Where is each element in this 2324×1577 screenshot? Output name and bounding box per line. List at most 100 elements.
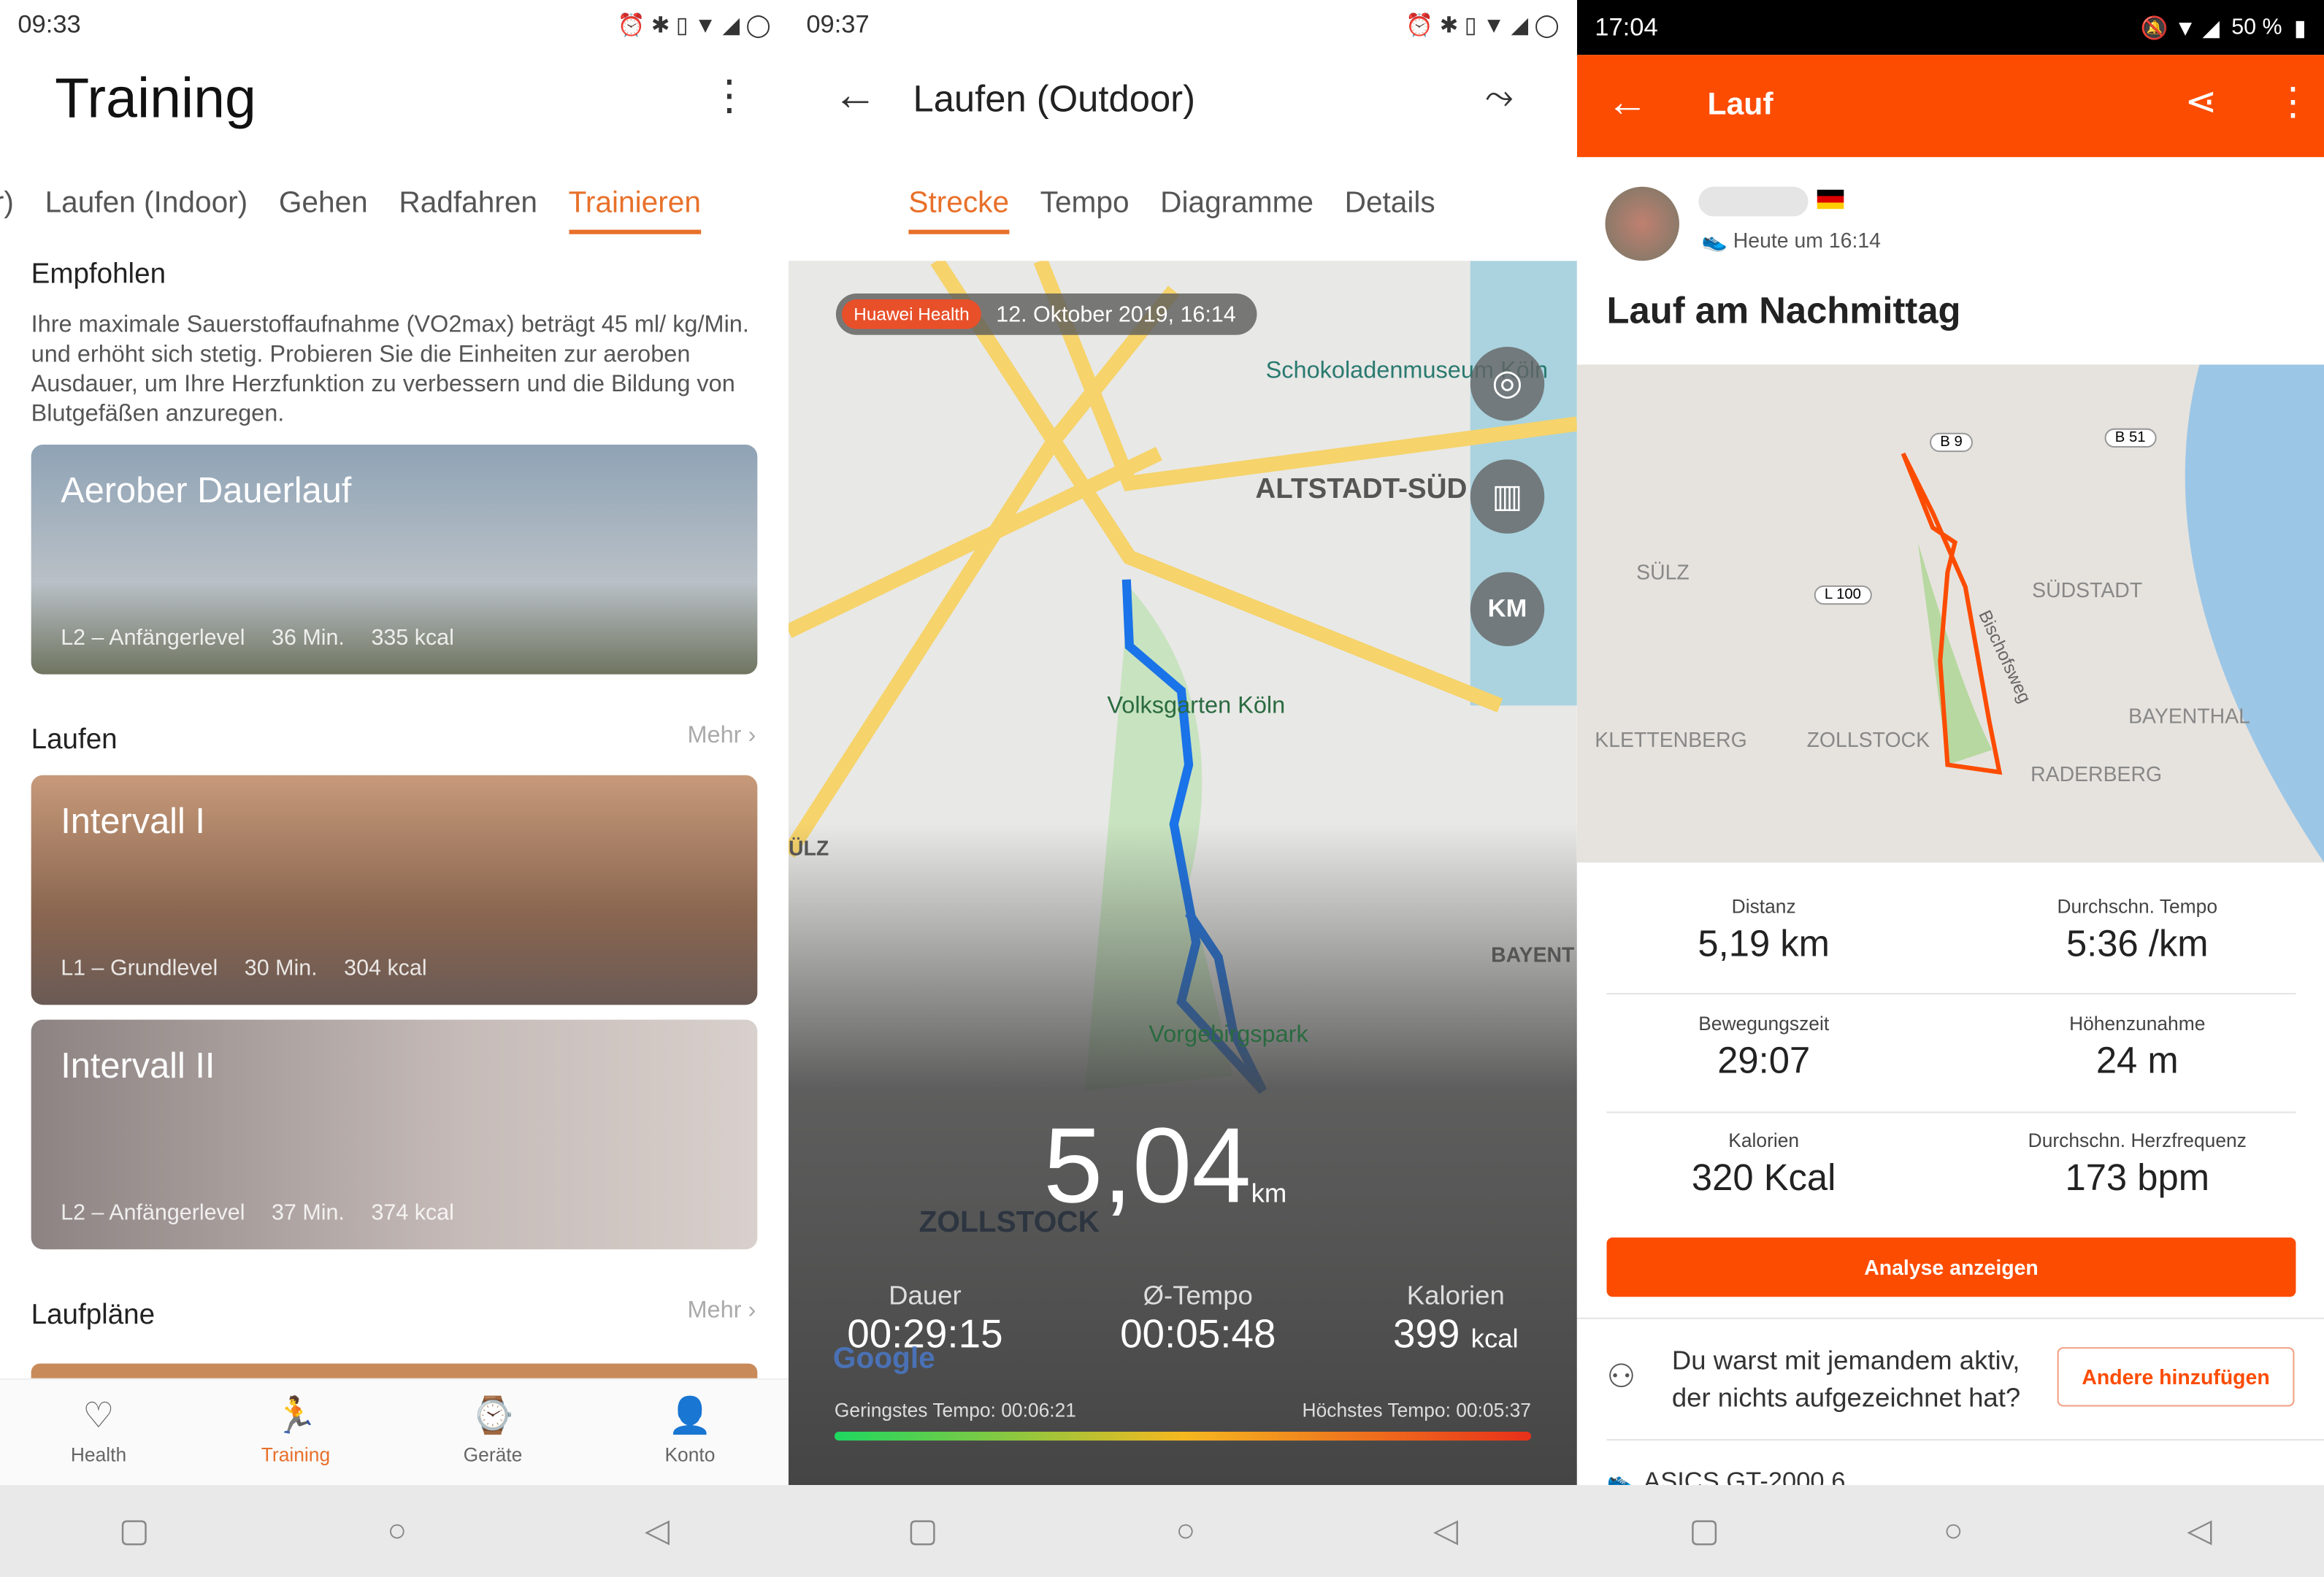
locate-button[interactable]: ◎ bbox=[1470, 347, 1545, 421]
stat-pace: Ø-Tempo 00:05:48 bbox=[1120, 1280, 1276, 1357]
map-label: BAYENT bbox=[1491, 943, 1575, 967]
divider bbox=[1576, 1317, 2324, 1319]
status-bar: 17:04 🔕 ▼ ◢ 50 % ▮ bbox=[1576, 0, 2324, 55]
map-label: ZOLLSTOCK bbox=[1806, 727, 1930, 752]
home-button[interactable]: ○ bbox=[387, 1512, 407, 1551]
tab-diagramme[interactable]: Diagramme bbox=[1160, 187, 1314, 234]
runner-icon: 🏃 bbox=[273, 1396, 318, 1437]
divider bbox=[1606, 993, 2296, 995]
strava-activity-screen: 17:04 🔕 ▼ ◢ 50 % ▮ ← Lauf ⋖ ⋮ 👟 Heute um … bbox=[1576, 0, 2324, 1486]
slowest-pace: Geringstes Tempo: 00:06:21 bbox=[834, 1399, 1076, 1421]
km-markers-button[interactable]: KM bbox=[1470, 572, 1545, 647]
app-bar: ← Lauf ⋖ ⋮ bbox=[1576, 55, 2324, 158]
google-logo: Google bbox=[832, 1343, 935, 1375]
recents-button[interactable]: ▢ bbox=[119, 1512, 150, 1551]
nav-konto[interactable]: 👤 Konto bbox=[591, 1380, 789, 1485]
activity-map[interactable]: SÜLZ SÜDSTADT KLETTENBERG ZOLLSTOCK BAYE… bbox=[1576, 364, 2324, 863]
recents-button[interactable]: ▢ bbox=[1689, 1512, 1719, 1551]
bottom-navigation: ♡ Health 🏃 Training ⌚ Geräte 👤 Konto bbox=[0, 1378, 789, 1486]
back-arrow-icon[interactable]: ← bbox=[833, 71, 878, 121]
road-shield: L 100 bbox=[1814, 585, 1872, 605]
person-icon: 👤 bbox=[667, 1396, 713, 1437]
stat-calories: Kalorien 320 Kcal bbox=[1691, 1129, 1836, 1200]
tab-tempo[interactable]: Tempo bbox=[1040, 187, 1130, 234]
home-button[interactable]: ○ bbox=[1176, 1512, 1195, 1551]
card-duration: 36 Min. bbox=[272, 625, 345, 651]
status-bar: 09:33 ⏰ ✱ ▯ ▼ ◢ ◯ bbox=[18, 10, 771, 39]
tab-details[interactable]: Details bbox=[1345, 187, 1435, 234]
total-distance: 5,04km bbox=[1043, 1107, 1287, 1226]
card-level: L2 – Anfängerlevel bbox=[61, 1200, 245, 1226]
share-icon[interactable]: ⋖ bbox=[2185, 79, 2217, 125]
card-title: Intervall II bbox=[61, 1046, 215, 1086]
tab-bar: r) Laufen (Indoor) Gehen Radfahren Train… bbox=[0, 187, 701, 234]
route-map[interactable]: Huawei Health 12. Oktober 2019, 16:14 Sc… bbox=[788, 261, 1577, 1486]
watch-icon: ⌚ bbox=[470, 1396, 515, 1437]
system-navigation-bar: ▢ ○ ◁ ▢ ○ ◁ ▢ ○ ◁ bbox=[0, 1485, 2324, 1577]
card-kcal: 335 kcal bbox=[371, 625, 454, 651]
stat-calories: Kalorien 399 kcal bbox=[1392, 1280, 1519, 1357]
card-title: Aerober Dauerlauf bbox=[61, 471, 352, 512]
card-title: Intervall I bbox=[61, 802, 205, 843]
stat-avg-pace: Durchschn. Tempo 5:36 /km bbox=[2057, 895, 2218, 965]
road-shield: B 9 bbox=[1930, 432, 1973, 453]
back-button[interactable]: ◁ bbox=[1433, 1512, 1458, 1551]
route-icon[interactable]: ⤳ bbox=[1485, 77, 1514, 119]
posted-time: 👟 Heute um 16:14 bbox=[1701, 228, 1881, 253]
status-icons: 🔕 ▼ ◢ 50 % ▮ bbox=[2140, 14, 2306, 41]
map-label: BAYENTHAL bbox=[2128, 704, 2250, 728]
nav-health[interactable]: ♡ Health bbox=[0, 1380, 197, 1485]
recents-button[interactable]: ▢ bbox=[908, 1512, 938, 1551]
nav-geraete[interactable]: ⌚ Geräte bbox=[394, 1380, 591, 1485]
more-link[interactable]: Mehr › bbox=[687, 1298, 756, 1325]
map-label: KLETTENBERG bbox=[1595, 727, 1747, 752]
nav-training[interactable]: 🏃 Training bbox=[197, 1380, 394, 1485]
section-title-recommended: Empfohlen bbox=[31, 259, 166, 291]
workout-date: 12. Oktober 2019, 16:14 bbox=[996, 302, 1236, 327]
tab-laufen-indoor[interactable]: Laufen (Indoor) bbox=[45, 187, 248, 234]
card-duration: 37 Min. bbox=[272, 1200, 345, 1226]
divider bbox=[1606, 1439, 2324, 1441]
tab-trainieren[interactable]: Trainieren bbox=[568, 187, 701, 234]
map-label: ÜLZ bbox=[788, 835, 829, 860]
workout-card[interactable]: Aerober Dauerlauf L2 – Anfängerlevel 36 M… bbox=[31, 445, 758, 675]
status-icons: ⏰ ✱ ▯ ▼ ◢ ◯ bbox=[1405, 13, 1560, 39]
home-button[interactable]: ○ bbox=[1944, 1512, 1963, 1551]
athlete-name-blurred[interactable] bbox=[1698, 186, 1809, 217]
back-button[interactable]: ◁ bbox=[645, 1512, 670, 1551]
analyse-button[interactable]: Analyse anzeigen bbox=[1606, 1238, 2296, 1297]
fastest-pace: Höchstes Tempo: 00:05:37 bbox=[1302, 1399, 1531, 1421]
tab-strecke[interactable]: Strecke bbox=[908, 187, 1010, 234]
workout-card[interactable]: Intervall I L1 – Grundlevel 30 Min. 304 kc… bbox=[31, 775, 758, 1005]
add-others-button[interactable]: Andere hinzufügen bbox=[2057, 1347, 2295, 1407]
more-link[interactable]: Mehr › bbox=[687, 724, 756, 751]
more-options-icon[interactable]: ⋮ bbox=[708, 71, 750, 120]
huawei-training-screen: 09:33⏰ ✱ ▯ ▼ ◢ ◯ Training ⋮ r) Laufen (I… bbox=[0, 0, 789, 1486]
pace-gradient-bar bbox=[834, 1431, 1531, 1441]
workout-card[interactable]: Intervall II L2 – Anfängerlevel 37 Min. 37… bbox=[31, 1019, 758, 1250]
status-bar: 09:37 ⏰ ✱ ▯ ▼ ◢ ◯ bbox=[806, 10, 1560, 39]
card-duration: 30 Min. bbox=[244, 956, 318, 981]
section-title-running: Laufen bbox=[31, 724, 118, 756]
back-arrow-icon[interactable]: ← bbox=[1607, 79, 1649, 126]
more-options-icon[interactable]: ⋮ bbox=[2274, 79, 2312, 125]
map-label: Volksgarten Köln bbox=[1107, 694, 1286, 719]
back-button[interactable]: ◁ bbox=[2187, 1512, 2212, 1551]
heart-icon: ♡ bbox=[83, 1396, 115, 1437]
stat-elevation-gain: Höhenzunahme 24 m bbox=[2069, 1012, 2206, 1082]
plan-card-partial[interactable] bbox=[31, 1363, 758, 1378]
section-title-plans: Laufpläne bbox=[31, 1300, 156, 1331]
tab-partial[interactable]: r) bbox=[0, 187, 14, 234]
status-icons: ⏰ ✱ ▯ ▼ ◢ ◯ bbox=[617, 13, 771, 39]
avatar[interactable] bbox=[1605, 186, 1679, 261]
gear-shoe[interactable]: 👟 ASICS GT-2000 6 bbox=[1607, 1467, 1846, 1485]
tab-radfahren[interactable]: Radfahren bbox=[399, 187, 537, 234]
page-title: Laufen (Outdoor) bbox=[913, 78, 1196, 120]
source-date-banner: Huawei Health 12. Oktober 2019, 16:14 bbox=[835, 293, 1257, 335]
stat-avg-heart-rate: Durchschn. Herzfrequenz 173 bpm bbox=[2028, 1129, 2247, 1200]
tab-gehen[interactable]: Gehen bbox=[279, 187, 368, 234]
card-kcal: 374 kcal bbox=[371, 1200, 454, 1226]
map-layer-button[interactable]: ▥ bbox=[1470, 459, 1545, 534]
source-badge: Huawei Health bbox=[842, 299, 981, 329]
stat-distance: Distanz 5,19 km bbox=[1698, 895, 1830, 965]
